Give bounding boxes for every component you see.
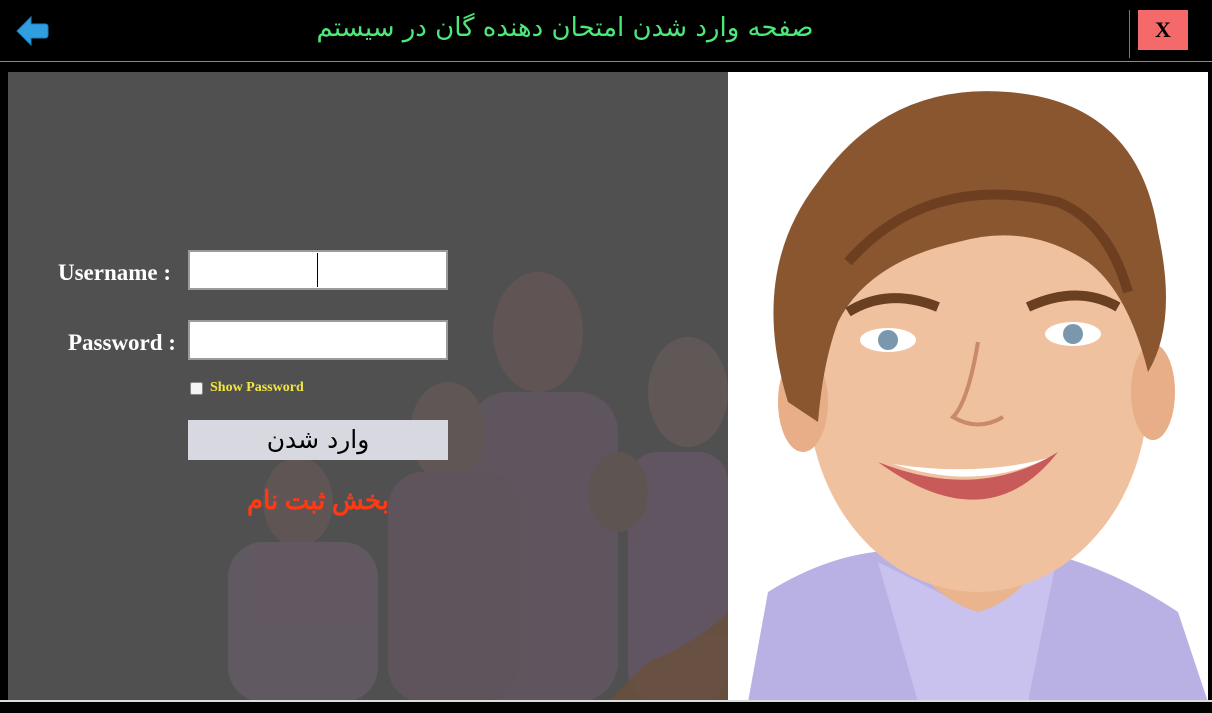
bottom-border: [0, 700, 1212, 702]
background-crowd-image: [8, 72, 728, 702]
show-password-checkbox[interactable]: [190, 382, 203, 395]
text-cursor: [317, 253, 318, 287]
register-link[interactable]: بخش ثبت نام: [188, 486, 448, 516]
username-input[interactable]: [188, 250, 448, 290]
username-label: Username :: [58, 260, 172, 285]
login-panel: [8, 72, 728, 702]
portrait-photo: [728, 72, 1208, 702]
show-password-label[interactable]: Show Password: [210, 380, 304, 396]
header-divider-line: [0, 61, 1212, 62]
close-button[interactable]: X: [1138, 10, 1188, 50]
password-label: Password :: [68, 330, 176, 355]
login-button[interactable]: وارد شدن: [188, 420, 448, 460]
header-divider: [1129, 10, 1130, 58]
page-title: صفحه وارد شدن امتحان دهنده گان در سیستم: [316, 13, 814, 43]
title-bar: صفحه وارد شدن امتحان دهنده گان در سیستم …: [0, 0, 1212, 62]
password-input[interactable]: [188, 320, 448, 360]
back-button[interactable]: [15, 14, 49, 48]
arrow-left-icon: [16, 15, 49, 47]
main-content: [8, 72, 1208, 702]
